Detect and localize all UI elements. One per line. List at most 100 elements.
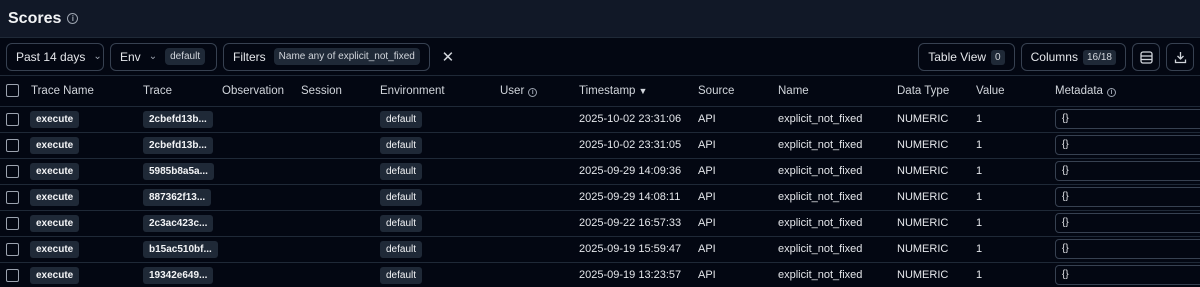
name-cell: explicit_not_fixed	[778, 184, 897, 211]
value-cell: 1	[976, 158, 1055, 185]
table-row[interactable]: execute 5985b8a5a... default 2025-09-29 14:…	[0, 158, 1200, 185]
row-checkbox[interactable]	[6, 268, 19, 282]
source-cell: API	[698, 132, 778, 159]
col-header-trace-name[interactable]: Trace Name	[24, 76, 143, 107]
date-range-select[interactable]: Past 14 days ⌄	[6, 42, 104, 71]
trace-name-badge[interactable]: execute	[30, 266, 80, 284]
trace-id-badge[interactable]: 887362f13...	[143, 188, 212, 206]
row-checkbox[interactable]	[6, 216, 19, 230]
col-header-user[interactable]: User i	[500, 76, 579, 107]
chevron-down-icon: ⌄	[93, 51, 102, 62]
trace-name-badge[interactable]: execute	[30, 136, 80, 154]
metadata-cell[interactable]: {}	[1055, 161, 1200, 181]
table-row[interactable]: execute 887362f13... default 2025-09-29 14:…	[0, 184, 1200, 211]
metadata-cell[interactable]: {}	[1055, 213, 1200, 233]
trace-id-badge[interactable]: 2cbefd13b...	[143, 110, 213, 128]
filters-label: Filters	[233, 49, 266, 64]
observation-cell	[222, 106, 301, 133]
environment-badge: default	[380, 162, 423, 180]
environment-badge: default	[380, 240, 423, 258]
metadata-cell[interactable]: {}	[1055, 265, 1200, 285]
info-icon[interactable]: i	[67, 13, 79, 24]
row-checkbox[interactable]	[6, 190, 19, 204]
session-cell	[301, 262, 380, 287]
session-cell	[301, 106, 380, 133]
col-header-value[interactable]: Value	[976, 76, 1055, 107]
user-cell	[500, 210, 579, 237]
toolbar: Past 14 days ⌄ Env ⌄ default Filters Nam…	[0, 38, 1200, 76]
table-row[interactable]: execute 2cbefd13b... default 2025-10-02 23:…	[0, 132, 1200, 159]
trace-id-badge[interactable]: 2cbefd13b...	[143, 136, 213, 154]
col-header-data-type[interactable]: Data Type	[897, 76, 976, 107]
filters-button[interactable]: Filters Name any of explicit_not_fixed	[223, 42, 430, 71]
trace-name-badge[interactable]: execute	[30, 214, 80, 232]
environment-badge: default	[380, 136, 423, 154]
chevron-down-icon: ⌄	[148, 51, 158, 62]
session-cell	[301, 184, 380, 211]
col-header-timestamp[interactable]: Timestamp ▼	[579, 76, 698, 107]
trace-name-badge[interactable]: execute	[30, 188, 80, 206]
user-cell	[500, 158, 579, 185]
observation-cell	[222, 158, 301, 185]
user-cell	[500, 132, 579, 159]
data-type-cell: NUMERIC	[897, 158, 976, 185]
trace-name-badge[interactable]: execute	[30, 162, 80, 180]
col-header-trace[interactable]: Trace	[143, 76, 222, 107]
trace-id-badge[interactable]: 19342e649...	[143, 266, 214, 284]
name-cell: explicit_not_fixed	[778, 236, 897, 263]
row-checkbox[interactable]	[6, 164, 19, 178]
session-cell	[301, 236, 380, 263]
info-icon[interactable]: i	[528, 87, 538, 97]
row-height-button[interactable]	[1132, 43, 1160, 71]
col-header-session[interactable]: Session	[301, 76, 380, 107]
table-row[interactable]: execute 19342e649... default 2025-09-19 13:…	[0, 262, 1200, 287]
clear-filters-close-icon[interactable]: ✕	[440, 48, 456, 66]
table-row[interactable]: execute 2c3ac423c... default 2025-09-22 16:…	[0, 210, 1200, 237]
metadata-cell[interactable]: {}	[1055, 187, 1200, 207]
table-row[interactable]: execute b15ac510bf... default 2025-09-19 15…	[0, 236, 1200, 263]
col-header-source[interactable]: Source	[698, 76, 778, 107]
col-header-observation[interactable]: Observation	[222, 76, 301, 107]
timestamp-cell: 2025-09-29 14:09:36	[579, 158, 698, 185]
value-cell: 1	[976, 106, 1055, 133]
metadata-cell[interactable]: {}	[1055, 135, 1200, 155]
col-header-metadata[interactable]: Metadata i	[1055, 76, 1200, 107]
table-body: execute 2cbefd13b... default 2025-10-02 23:…	[0, 106, 1200, 287]
data-type-cell: NUMERIC	[897, 106, 976, 133]
page-header: Scores i	[0, 0, 1200, 38]
env-filter[interactable]: Env ⌄ default	[110, 42, 217, 71]
download-button[interactable]	[1166, 43, 1194, 71]
columns-button[interactable]: Columns 16/18	[1020, 43, 1126, 71]
trace-name-badge[interactable]: execute	[30, 240, 80, 258]
rows-icon	[1139, 50, 1153, 64]
col-header-timestamp-label: Timestamp	[579, 84, 636, 97]
value-cell: 1	[976, 236, 1055, 263]
trace-id-badge[interactable]: 2c3ac423c...	[143, 214, 214, 232]
metadata-cell[interactable]: {}	[1055, 239, 1200, 259]
user-cell	[500, 262, 579, 287]
col-header-name[interactable]: Name	[778, 76, 897, 107]
table-view-button[interactable]: Table View 0	[918, 43, 1015, 71]
toolbar-right-group: Table View 0 Columns 16/18	[918, 43, 1194, 71]
environment-badge: default	[380, 188, 423, 206]
session-cell	[301, 210, 380, 237]
env-value-chip: default	[165, 48, 206, 65]
row-checkbox[interactable]	[6, 112, 19, 126]
row-checkbox[interactable]	[6, 242, 19, 256]
source-cell: API	[698, 158, 778, 185]
trace-id-badge[interactable]: b15ac510bf...	[143, 240, 218, 258]
trace-id-badge[interactable]: 5985b8a5a...	[143, 162, 214, 180]
col-header-user-label: User	[500, 84, 525, 97]
table-row[interactable]: execute 2cbefd13b... default 2025-10-02 23:…	[0, 106, 1200, 133]
info-icon[interactable]: i	[1106, 87, 1116, 97]
observation-cell	[222, 184, 301, 211]
timestamp-cell: 2025-09-19 13:23:57	[579, 262, 698, 287]
data-type-cell: NUMERIC	[897, 262, 976, 287]
col-header-environment[interactable]: Environment	[380, 76, 500, 107]
trace-name-badge[interactable]: execute	[30, 110, 80, 128]
metadata-cell[interactable]: {}	[1055, 109, 1200, 129]
select-all-checkbox[interactable]	[6, 84, 19, 98]
page-title: Scores	[8, 9, 62, 27]
row-checkbox[interactable]	[6, 138, 19, 152]
download-icon	[1174, 51, 1186, 63]
